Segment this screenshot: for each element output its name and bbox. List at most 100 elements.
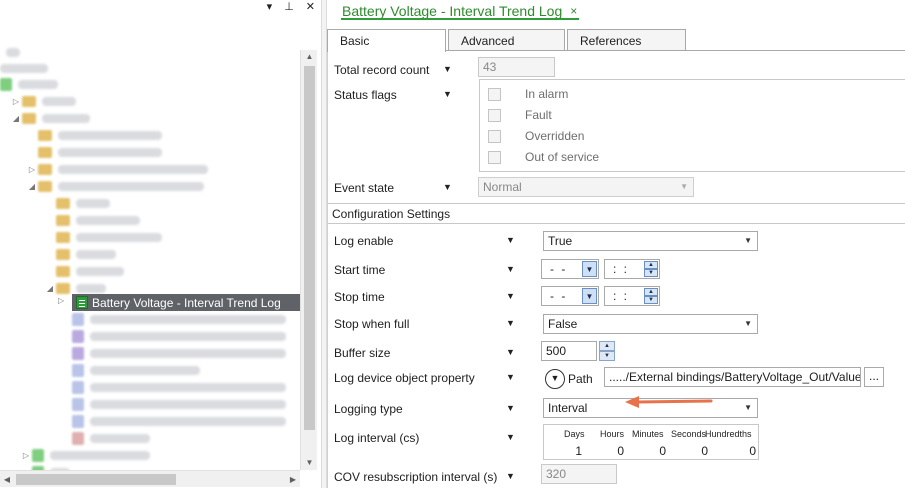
chevron-down-icon[interactable]: ▼ — [506, 291, 515, 301]
checkbox[interactable] — [488, 87, 501, 101]
chevron-down-icon[interactable]: ▼ — [506, 403, 515, 413]
expand-arrow-icon[interactable]: ▷ — [58, 296, 64, 305]
chevron-down-icon[interactable]: ▼ — [443, 64, 452, 74]
flag-in-alarm[interactable]: In alarm — [488, 87, 568, 101]
tree-row[interactable] — [72, 362, 200, 379]
log-enable-select[interactable]: True ▼ — [543, 231, 758, 251]
tree-item-selected[interactable]: Battery Voltage - Interval Trend Log — [72, 294, 300, 311]
pin-icon[interactable]: ⊥ — [284, 0, 294, 16]
scroll-right-icon[interactable]: ▶ — [286, 471, 300, 488]
start-date-picker[interactable]: - - ▼ — [541, 259, 599, 279]
flag-overridden[interactable]: Overridden — [488, 129, 584, 143]
flag-fault[interactable]: Fault — [488, 108, 552, 122]
tree-row[interactable] — [26, 144, 162, 161]
scroll-left-icon[interactable]: ◀ — [0, 471, 14, 488]
tree-row[interactable] — [44, 246, 116, 263]
tree-row[interactable]: ◢ — [26, 178, 204, 195]
seconds-value[interactable]: 0 — [668, 444, 708, 458]
tree-row[interactable]: ▷ — [10, 93, 76, 110]
stop-time-label: Stop time — [334, 290, 385, 304]
scrollbar-thumb[interactable] — [16, 474, 176, 485]
tree-row[interactable] — [72, 311, 286, 328]
tree-row[interactable]: ▷ — [20, 447, 150, 464]
section-header: Configuration Settings — [328, 203, 905, 224]
checkbox[interactable] — [488, 150, 501, 164]
chevron-down-icon[interactable]: ▼ — [506, 347, 515, 357]
chevron-down-icon[interactable]: ▼ — [506, 372, 515, 382]
flag-label: In alarm — [525, 87, 569, 101]
time-spinner[interactable]: ▲ ▼ — [644, 261, 658, 277]
tab-references[interactable]: References — [567, 29, 686, 51]
tree-row[interactable] — [44, 229, 162, 246]
tree-row[interactable] — [44, 263, 124, 280]
tree-row[interactable] — [72, 430, 150, 447]
hundredths-value[interactable]: 0 — [716, 444, 756, 458]
calendar-dropdown-icon[interactable]: ▼ — [582, 288, 597, 304]
time-spinner[interactable]: ▲ ▼ — [644, 288, 658, 304]
spin-down-icon[interactable]: ▼ — [599, 351, 615, 361]
stop-time-field[interactable]: : : ▲ ▼ — [604, 286, 660, 306]
tree-row[interactable] — [72, 379, 286, 396]
buffer-size-input[interactable]: 500 — [541, 341, 597, 361]
scroll-down-icon[interactable]: ▼ — [301, 456, 318, 470]
calendar-dropdown-icon[interactable]: ▼ — [582, 261, 597, 277]
tree-item-label: Battery Voltage - Interval Trend Log — [92, 295, 281, 310]
tree-row[interactable]: ◢ — [10, 110, 90, 127]
chevron-down-icon: ▼ — [744, 403, 752, 412]
tree-row[interactable] — [72, 345, 286, 362]
chevron-down-icon[interactable]: ▼ — [506, 471, 515, 481]
tree-row[interactable] — [72, 413, 286, 430]
tab-advanced[interactable]: Advanced — [448, 29, 565, 51]
stop-when-full-select[interactable]: False ▼ — [543, 314, 758, 334]
chevron-down-icon[interactable]: ▼ — [506, 235, 515, 245]
scrollbar-thumb[interactable] — [304, 66, 315, 430]
spin-up-icon[interactable]: ▲ — [644, 261, 658, 269]
spin-up-icon[interactable]: ▲ — [644, 288, 658, 296]
days-header: Days — [564, 429, 585, 439]
spin-down-icon[interactable]: ▼ — [644, 296, 658, 304]
property-tabs: Basic Advanced References — [327, 29, 905, 52]
browse-button[interactable]: ... — [864, 367, 884, 387]
tree-row[interactable] — [72, 328, 286, 345]
logging-type-label: Logging type — [334, 402, 403, 416]
tree-row[interactable] — [44, 212, 140, 229]
buffer-size-spinner[interactable]: ▲ ▼ — [599, 341, 615, 361]
tree-row[interactable]: ▷ — [26, 161, 208, 178]
chevron-down-icon[interactable]: ▼ — [443, 89, 452, 99]
log-interval-label: Log interval (cs) — [334, 431, 420, 445]
spin-up-icon[interactable]: ▲ — [599, 341, 615, 351]
close-tab-icon[interactable]: × — [570, 4, 577, 18]
checkbox[interactable] — [488, 129, 501, 143]
close-icon[interactable]: ✕ — [306, 0, 315, 16]
start-time-field[interactable]: : : ▲ ▼ — [604, 259, 660, 279]
hours-value[interactable]: 0 — [584, 444, 624, 458]
log-interval-editor[interactable]: Days Hours Minutes Seconds Hundredths 1 … — [543, 424, 759, 460]
total-record-count-field: 43 — [478, 57, 555, 77]
chevron-down-icon[interactable]: ▼ — [506, 318, 515, 328]
tree-row[interactable] — [72, 396, 286, 413]
tree-row[interactable] — [26, 127, 162, 144]
tree-row[interactable] — [0, 60, 48, 77]
minutes-value[interactable]: 0 — [626, 444, 666, 458]
tree-row[interactable] — [0, 76, 58, 93]
tree-vertical-scrollbar[interactable]: ▲ ▼ — [300, 50, 317, 470]
path-input[interactable]: ...../External bindings/BatteryVoltage_O… — [604, 367, 861, 387]
flag-out-of-service[interactable]: Out of service — [488, 150, 599, 164]
tree-row[interactable] — [6, 44, 20, 61]
scroll-up-icon[interactable]: ▲ — [301, 50, 318, 64]
stop-date-picker[interactable]: - - ▼ — [541, 286, 599, 306]
checkbox[interactable] — [488, 108, 501, 122]
tree-horizontal-scrollbar[interactable]: ◀ ▶ — [0, 470, 300, 487]
chevron-down-icon[interactable]: ▼ — [506, 264, 515, 274]
chevron-down-icon[interactable]: ▼ — [443, 182, 452, 192]
tree-view: ▷ ◢ ▷ ◢ ◢ ▷ Battery Voltage - Interval T… — [0, 36, 300, 470]
basic-tab-content: Total record count ▼ 43 Status flags ▼ I… — [327, 51, 905, 488]
spin-down-icon[interactable]: ▼ — [644, 269, 658, 277]
log-device-object-property-label: Log device object property — [334, 371, 475, 385]
tree-row[interactable] — [44, 195, 110, 212]
chevron-down-icon[interactable]: ▼ — [506, 432, 515, 442]
days-value[interactable]: 1 — [542, 444, 582, 458]
tab-basic[interactable]: Basic — [327, 29, 446, 52]
dropdown-icon[interactable]: ▾ — [267, 0, 273, 16]
expand-path-icon[interactable]: ▼ — [545, 369, 565, 389]
